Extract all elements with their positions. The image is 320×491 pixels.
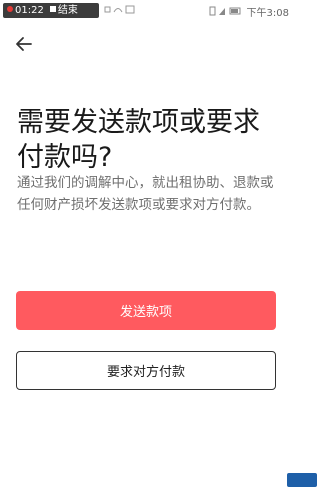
status-bar: 01:22 结束 下午3:08	[0, 0, 295, 22]
page-title: 需要发送款项或要求付款吗?	[17, 107, 260, 173]
stop-icon	[49, 6, 56, 12]
request-payment-button[interactable]: 要求对方付款	[16, 351, 276, 390]
back-button[interactable]	[12, 32, 36, 56]
status-icons-left	[104, 4, 138, 17]
screen-recording-indicator[interactable]: 01:22 结束	[3, 3, 99, 18]
arrow-left-icon	[16, 37, 32, 51]
record-dot-icon	[7, 6, 13, 12]
end-recording-label: 结束	[57, 5, 78, 16]
network-icons	[104, 5, 135, 14]
status-icons-right: 下午3:08	[209, 4, 289, 19]
battery-signal-icons	[209, 6, 241, 16]
recording-time: 01:22	[15, 5, 44, 16]
watermark-logo	[287, 473, 317, 487]
clock-time: 下午3:08	[246, 8, 289, 19]
send-payment-button[interactable]: 发送款项	[16, 291, 276, 330]
page-description: 通过我们的调解中心，就出租协助、退款或任何财产损坏发送款项或要求对方付款。	[17, 175, 274, 213]
